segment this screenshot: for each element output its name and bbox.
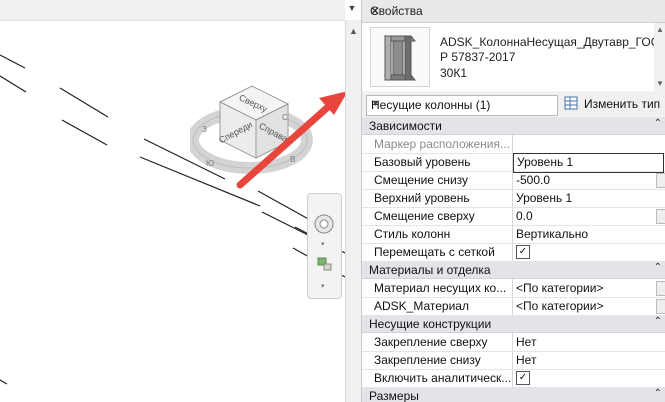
property-value[interactable]: Уровень 1: [513, 153, 664, 173]
property-row[interactable]: Смещение снизу -500.0: [362, 171, 665, 190]
type-scrollbar[interactable]: ▲ ▼: [654, 23, 665, 91]
property-name: ADSK_Материал: [374, 299, 469, 313]
annotation-arrow: [236, 91, 345, 189]
properties-panel: Свойства ✕ ADSK_КолоннаНесущая_Двутавр_Г…: [361, 0, 665, 402]
property-row[interactable]: Стиль колонн Вертикально: [362, 225, 665, 244]
chevron-down-icon: ▼: [371, 98, 380, 108]
collapse-chevron-icon[interactable]: ⌃: [654, 262, 662, 273]
property-value[interactable]: -500.0: [516, 173, 550, 187]
collapse-chevron-icon[interactable]: ⌃: [654, 388, 662, 399]
section-title: Зависимости: [369, 119, 442, 133]
edit-type-label: Изменить тип: [584, 97, 661, 111]
property-name: Базовый уровень: [374, 155, 471, 169]
property-row[interactable]: ADSK_Материал <По категории>: [362, 297, 665, 316]
property-row[interactable]: Перемещать с сеткой ✓: [362, 243, 665, 262]
type-name-line1: ADSK_КолоннаНесущая_Двутавр_ГОСТ: [440, 35, 665, 49]
scroll-down-icon[interactable]: ▼: [656, 79, 664, 88]
property-edit-button[interactable]: [656, 299, 665, 314]
property-row[interactable]: Включить аналитическ... ✓: [362, 369, 665, 388]
property-name: Смещение сверху: [374, 209, 475, 223]
property-edit-button[interactable]: [656, 209, 665, 224]
viewport-scrollbar[interactable]: ▲: [345, 20, 361, 402]
property-value[interactable]: <По категории>: [516, 281, 603, 295]
property-name: Перемещать с сеткой: [374, 245, 495, 259]
close-icon[interactable]: ✕: [370, 4, 660, 18]
property-name: Материал несущих ко...: [374, 281, 507, 295]
edit-type-button[interactable]: Изменить тип: [562, 95, 665, 114]
property-value[interactable]: Уровень 1: [516, 191, 572, 205]
type-preview: ADSK_КолоннаНесущая_Двутавр_ГОСТ Р 57837…: [362, 23, 665, 91]
property-name: Закрепление сверху: [374, 335, 488, 349]
property-name: Закрепление снизу: [374, 353, 481, 367]
section-header[interactable]: Зависимости ⌃: [362, 117, 665, 135]
property-name: Включить аналитическ...: [374, 371, 510, 385]
viewport-menu-chevron-icon[interactable]: ▼: [346, 3, 358, 17]
property-row[interactable]: Закрепление снизу Нет: [362, 351, 665, 370]
section-header[interactable]: Материалы и отделка ⌃: [362, 261, 665, 279]
property-name: Смещение снизу: [374, 173, 469, 187]
type-name-line2: Р 57837-2017: [440, 50, 516, 64]
property-edit-button[interactable]: [656, 281, 665, 296]
property-row[interactable]: Маркер расположения...: [362, 135, 665, 154]
scroll-up-icon[interactable]: ▲: [656, 25, 664, 34]
panel-title-bar: Свойства ✕: [362, 0, 665, 23]
property-row[interactable]: Верхний уровень Уровень 1: [362, 189, 665, 208]
property-checkbox[interactable]: ✓: [516, 371, 530, 385]
property-value[interactable]: <По категории>: [516, 299, 603, 313]
category-selector[interactable]: Несущие колонны (1) ▼: [366, 95, 558, 116]
property-row[interactable]: Закрепление сверху Нет: [362, 333, 665, 352]
svg-text:▾: ▾: [321, 241, 325, 248]
i-beam-column-icon: [370, 27, 430, 87]
drawing-viewport[interactable]: Сверху Спереди Справа З С Ю В ▾ ▾: [0, 0, 345, 402]
property-row[interactable]: Материал несущих ко... <По категории>: [362, 279, 665, 298]
collapse-chevron-icon[interactable]: ⌃: [654, 118, 662, 129]
edit-type-icon: [564, 96, 578, 110]
property-row[interactable]: Базовый уровень Уровень 1: [362, 153, 665, 173]
property-name: Верхний уровень: [374, 191, 470, 205]
section-title: Размеры: [369, 389, 419, 402]
property-edit-button[interactable]: [656, 173, 665, 188]
section-title: Материалы и отделка: [369, 263, 491, 277]
property-name: Маркер расположения...: [374, 137, 510, 151]
property-value[interactable]: Нет: [516, 353, 536, 367]
navigation-bar[interactable]: ▾ ▾: [307, 193, 342, 299]
type-name-line3: 30К1: [440, 66, 468, 80]
property-name: Стиль колонн: [374, 227, 451, 241]
selector-row: Несущие колонны (1) ▼ Изменить тип: [362, 92, 665, 116]
section-title: Несущие конструкции: [369, 317, 492, 331]
svg-text:▾: ▾: [321, 283, 325, 290]
section-header[interactable]: Размеры ⌃: [362, 387, 665, 402]
section-header[interactable]: Несущие конструкции ⌃: [362, 315, 665, 333]
property-value[interactable]: Вертикально: [516, 227, 588, 241]
property-checkbox[interactable]: ✓: [516, 245, 530, 259]
collapse-chevron-icon[interactable]: ⌃: [654, 316, 662, 327]
properties-grid: Зависимости ⌃ Маркер расположения... Базовы…: [362, 117, 665, 402]
property-row[interactable]: Смещение сверху 0.0: [362, 207, 665, 226]
property-value[interactable]: Нет: [516, 335, 536, 349]
property-value[interactable]: 0.0: [516, 209, 533, 223]
scroll-up-icon[interactable]: ▲: [349, 26, 358, 36]
